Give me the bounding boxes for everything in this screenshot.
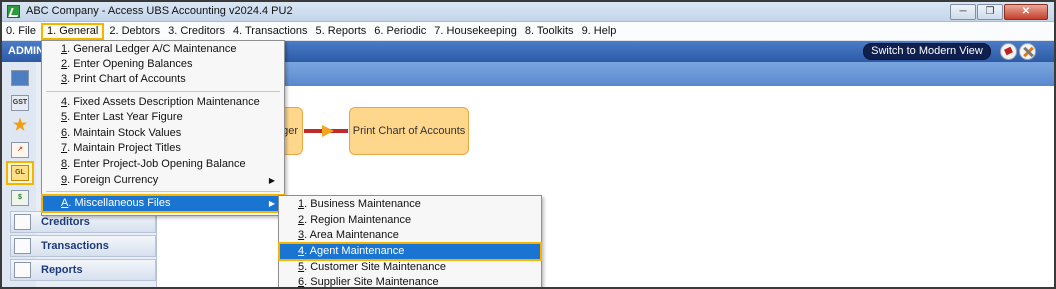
menu-file[interactable]: 0. File <box>2 23 40 40</box>
menu-item-project-titles[interactable]: 7. Maintain Project Titles <box>43 141 283 156</box>
sidebar-item-transactions[interactable]: Transactions <box>10 235 156 257</box>
menu-reports[interactable]: 5. Reports <box>312 23 371 40</box>
menu-item-agent-maintenance[interactable]: 4. Agent Maintenance <box>278 242 542 261</box>
menu-debtors[interactable]: 2. Debtors <box>105 23 164 40</box>
sidebar-item-label: Reports <box>41 264 83 276</box>
menu-periodic[interactable]: 6. Periodic <box>370 23 430 40</box>
menu-item-label: . General Ledger A/C Maintenance <box>67 43 237 55</box>
menu-item-label: . Enter Opening Balances <box>67 58 193 70</box>
menu-item-label: . Supplier Site Maintenance <box>304 276 439 288</box>
misc-files-submenu: 1. Business Maintenance 2. Region Mainte… <box>278 195 542 288</box>
title-bar: ABC Company - Access UBS Accounting v202… <box>2 2 1054 22</box>
chart-icon[interactable]: ↗ <box>11 142 29 158</box>
menu-toolkits[interactable]: 8. Toolkits <box>521 23 578 40</box>
minimize-icon: ─ <box>959 6 967 17</box>
close-icon: ✕ <box>1021 6 1031 17</box>
switch-modern-view-button[interactable]: Switch to Modern View <box>863 43 991 60</box>
menu-item-project-job-balance[interactable]: 8. Enter Project-Job Opening Balance <box>43 157 283 172</box>
menu-item-print-chart[interactable]: 3. Print Chart of Accounts <box>43 72 283 87</box>
user-label: ADMIN <box>8 45 45 57</box>
menu-housekeeping[interactable]: 7. Housekeeping <box>430 23 521 40</box>
general-ledger-icon[interactable]: GL <box>11 165 29 181</box>
window-title: ABC Company - Access UBS Accounting v202… <box>26 5 293 17</box>
menu-item-label: . Miscellaneous Files <box>68 197 171 209</box>
sidebar-item-label: Creditors <box>41 216 90 228</box>
menu-item-business-maintenance[interactable]: 1. Business Maintenance <box>280 197 540 212</box>
menu-item-label: . Business Maintenance <box>304 198 421 210</box>
menu-item-label: . Enter Project-Job Opening Balance <box>67 158 246 170</box>
menu-item-supplier-site-maintenance[interactable]: 6. Supplier Site Maintenance <box>280 275 540 288</box>
app-window: ABC Company - Access UBS Accounting v202… <box>0 0 1056 289</box>
menu-item-label: . Region Maintenance <box>304 214 412 226</box>
menu-help[interactable]: 9. Help <box>578 23 621 40</box>
minimize-button[interactable]: ─ <box>950 4 976 20</box>
menu-creditors[interactable]: 3. Creditors <box>164 23 229 40</box>
maximize-icon: ❐ <box>985 6 995 17</box>
maximize-button[interactable]: ❐ <box>977 4 1003 20</box>
menu-item-gl-maintenance[interactable]: 1. General Ledger A/C Maintenance <box>43 42 283 57</box>
menu-separator <box>46 191 280 192</box>
menu-item-foreign-currency[interactable]: 9. Foreign Currency ▶ <box>43 173 283 188</box>
reports-icon <box>14 262 31 278</box>
menu-item-label: . Foreign Currency <box>67 174 159 186</box>
menu-item-label: . Print Chart of Accounts <box>67 73 186 85</box>
close-button[interactable]: ✕ <box>1004 4 1048 20</box>
menu-item-region-maintenance[interactable]: 2. Region Maintenance <box>280 213 540 228</box>
menu-separator <box>46 91 280 92</box>
book-icon[interactable] <box>1000 43 1017 60</box>
sidebar-item-reports[interactable]: Reports <box>10 259 156 281</box>
menu-item-miscellaneous-files[interactable]: A. Miscellaneous Files ▶ <box>41 194 285 213</box>
general-menu-dropdown: 1. General Ledger A/C Maintenance 2. Ent… <box>41 40 285 216</box>
menu-item-stock-values[interactable]: 6. Maintain Stock Values <box>43 126 283 141</box>
menu-item-fixed-assets[interactable]: 4. Fixed Assets Description Maintenance <box>43 95 283 110</box>
flow-box-print-chart[interactable]: Print Chart of Accounts <box>349 107 469 155</box>
people-icon[interactable]: $ <box>11 190 29 206</box>
submenu-arrow-icon: ▶ <box>268 199 275 208</box>
menu-item-label: . Fixed Assets Description Maintenance <box>67 96 260 108</box>
star-icon[interactable]: ★ <box>11 118 29 134</box>
sidebar-item-label: Transactions <box>41 240 109 252</box>
menu-item-customer-site-maintenance[interactable]: 5. Customer Site Maintenance <box>280 260 540 275</box>
menu-item-label: . Customer Site Maintenance <box>304 261 446 273</box>
menu-item-label: . Enter Last Year Figure <box>67 111 183 123</box>
menu-transactions[interactable]: 4. Transactions <box>229 23 312 40</box>
menu-item-label: . Area Maintenance <box>304 229 399 241</box>
window-controls: ─ ❐ ✕ <box>949 4 1048 20</box>
submenu-arrow-icon: ▶ <box>268 176 275 185</box>
menu-item-label: . Agent Maintenance <box>304 245 405 257</box>
app-logo-icon <box>7 5 20 18</box>
menu-item-area-maintenance[interactable]: 3. Area Maintenance <box>280 228 540 243</box>
transactions-icon <box>14 238 31 254</box>
menu-item-label: . Maintain Stock Values <box>67 127 182 139</box>
menu-general[interactable]: 1. General <box>40 22 105 40</box>
monitor-icon[interactable] <box>11 70 29 86</box>
menu-item-opening-balances[interactable]: 2. Enter Opening Balances <box>43 57 283 72</box>
creditors-icon <box>14 214 31 230</box>
menu-bar: 0. File 1. General 2. Debtors 3. Credito… <box>2 22 1054 41</box>
tools-icon[interactable] <box>1019 43 1036 60</box>
menu-item-last-year-figure[interactable]: 5. Enter Last Year Figure <box>43 110 283 125</box>
main-header-strip <box>158 62 1054 86</box>
arrow-right-icon <box>322 125 334 137</box>
menu-item-label: . Maintain Project Titles <box>67 142 181 154</box>
gst-icon[interactable]: GST <box>11 95 29 111</box>
